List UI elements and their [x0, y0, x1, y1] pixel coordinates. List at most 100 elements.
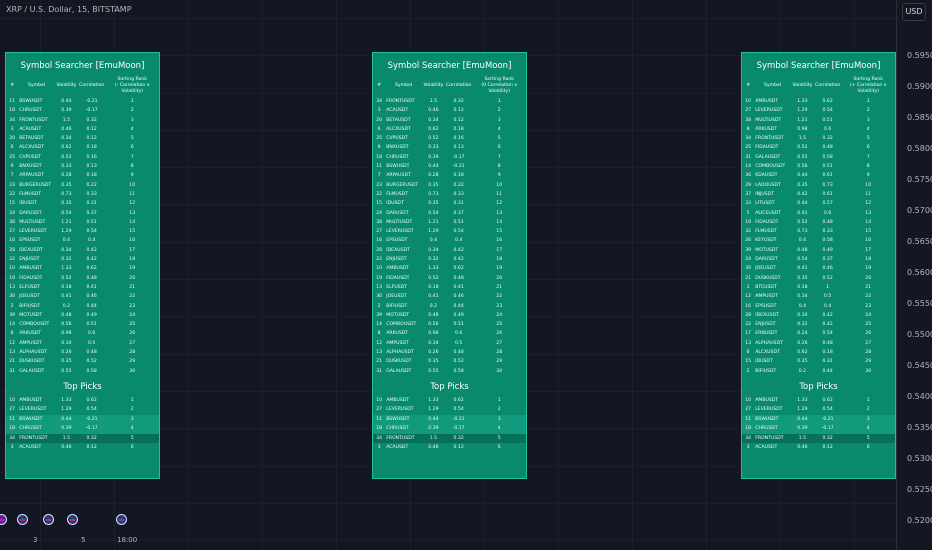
column-header: Symbol	[395, 83, 413, 88]
table-row: 6 ALCXUSDT 0.62 0.18 28	[742, 348, 895, 357]
table-cell: 0.4	[455, 238, 463, 244]
column-header: #	[746, 83, 751, 88]
event-marker-icon[interactable]	[0, 514, 7, 525]
table-cell: 0.32	[86, 435, 97, 441]
table-cell: 33	[745, 201, 752, 207]
table-row: 39 MOTUSDT 0.48 0.49 24	[373, 311, 526, 320]
table-cell: 0.61	[822, 191, 833, 197]
table-cell: 22	[129, 294, 136, 300]
table-cell: 0.73	[428, 191, 439, 197]
flag-event-icon[interactable]	[116, 514, 127, 525]
table-cell: ARPAUSDT	[19, 173, 44, 179]
table-cell: 1.33	[61, 266, 72, 272]
table-cell: 0.62	[822, 397, 833, 403]
table-cell: 9	[10, 164, 14, 170]
table-cell: EPSUSDT	[755, 303, 777, 309]
table-cell: 0.48	[453, 350, 464, 356]
table-cell: 0.18	[86, 145, 97, 151]
table-cell: 23	[496, 303, 503, 309]
table-cell: 6	[497, 145, 501, 151]
table-cell: LITUSDT	[755, 201, 775, 207]
symbol-title[interactable]: XRP / U.S. Dollar, 15, BITSTAMP	[6, 5, 132, 14]
table-row: 26 KEYUSDT 0.4 0.58 16	[742, 236, 895, 245]
table-cell: 0.39	[61, 426, 72, 432]
table-cell: 0.35	[428, 359, 439, 365]
table-cell: 39	[376, 312, 383, 318]
table-row: 8 ARKUSDT 0.98 0.6 4	[742, 125, 895, 134]
table-cell: BURGERUSDT	[19, 182, 52, 188]
table-cell: 0.24	[797, 331, 808, 337]
table-cell: 0.54	[822, 331, 833, 337]
table-cell: 26	[129, 331, 136, 337]
price-axis[interactable]: 0.59500 0.59000 0.58500 0.58000 0.57500 0.570…	[896, 0, 932, 550]
table-cell: 18	[129, 257, 136, 263]
table-cell: 0.35	[797, 359, 808, 365]
flag-event-icon[interactable]	[17, 514, 28, 525]
table-cell: 3	[866, 117, 870, 123]
column-header: Volatility	[792, 83, 813, 88]
price-tick-label: 0.53000	[907, 454, 932, 463]
table-row: 20 BETAUSDT 0.34 0.12 5	[6, 134, 159, 143]
price-tick-label: 0.56000	[907, 268, 932, 277]
table-cell: 0.48	[86, 275, 97, 281]
table-cell: 32	[745, 229, 752, 235]
top-pick-row: 10 AMBUSDT 1.33 0.62 1	[6, 396, 159, 406]
table-cell: 0.34	[428, 117, 439, 123]
table-cell: 0.39	[428, 426, 439, 432]
price-tick-label: 0.57500	[907, 175, 932, 184]
table-cell: 12	[745, 294, 752, 300]
flag-event-icon[interactable]	[43, 514, 54, 525]
table-cell: 0.26	[61, 350, 72, 356]
table-cell: 15	[376, 201, 383, 207]
flag-event-icon[interactable]	[67, 514, 78, 525]
table-cell: 0.12	[86, 126, 97, 132]
table-row: 30 JOEUSDT 0.41 0.46 22	[373, 292, 526, 301]
table-row: 28 IDEXUSDT 0.34 0.42 17	[373, 246, 526, 255]
time-label: 5	[81, 536, 86, 544]
table-cell: EPSUSDT	[19, 238, 41, 244]
table-cell: 29	[745, 182, 752, 188]
table-cell: 24	[129, 312, 136, 318]
table-cell: DARUSDT	[19, 210, 42, 216]
currency-button[interactable]: USD	[902, 3, 926, 21]
table-cell: 0.41	[428, 294, 439, 300]
table-cell: 17	[745, 331, 752, 337]
table-cell: 0.98	[428, 331, 439, 337]
table-cell: IDEXUSDT	[386, 247, 410, 253]
table-cell: 6	[10, 145, 14, 151]
table-cell: 28	[376, 247, 383, 253]
table-row: 9 BNXUSDT 0.33 0.13 8	[6, 162, 159, 171]
table-cell: 0.44	[428, 164, 439, 170]
table-cell: 0.41	[61, 294, 72, 300]
table-cell: 0.98	[61, 331, 72, 337]
table-cell: 5	[866, 136, 870, 142]
table-cell: 0.44	[822, 368, 833, 374]
table-row: 16 EPSUSDT 0.4 0.4 23	[742, 302, 895, 311]
table-row: 7 ARPAUSDT 0.28 0.18 9	[6, 171, 159, 180]
table-cell: 0.18	[822, 350, 833, 356]
table-row: 19 FIDAUSDT 0.52 0.48 20	[6, 274, 159, 283]
table-row: 39 MOTUSDT 0.48 0.49 24	[6, 311, 159, 320]
table-cell: 8	[377, 331, 381, 337]
table-cell: ALPHAUSDT	[386, 350, 414, 356]
table-cell: 29	[496, 359, 503, 365]
top-pick-row: 34 FRONTUSDT 1.5 0.32 5	[6, 433, 159, 444]
top-picks-table: 10 AMBUSDT 1.33 0.62 1 27 LEVERUSDT 1.29 0.54 2 11…	[6, 396, 159, 453]
table-cell: 1.33	[797, 397, 808, 403]
table-cell: 3	[866, 416, 870, 422]
table-cell: 38	[745, 117, 752, 123]
table-row: 33 LITUSDT 0.44 0.57 12	[742, 199, 895, 208]
table-cell: 17	[865, 247, 872, 253]
top-picks-title: Top Picks	[63, 381, 102, 392]
table-cell: 27	[9, 229, 16, 235]
price-tick-label: 0.52500	[907, 485, 932, 494]
price-tick-label: 0.57000	[907, 206, 932, 215]
table-cell: FIDAUSDT	[755, 145, 779, 151]
table-cell: 0.56	[428, 322, 439, 328]
table-cell: 1.29	[61, 229, 72, 235]
table-cell: 16	[865, 238, 872, 244]
table-cell: 0.26	[797, 340, 808, 346]
table-cell: 0.22	[86, 182, 97, 188]
table-cell: LEVERUSDT	[755, 407, 783, 413]
table-cell: 0.34	[61, 247, 72, 253]
